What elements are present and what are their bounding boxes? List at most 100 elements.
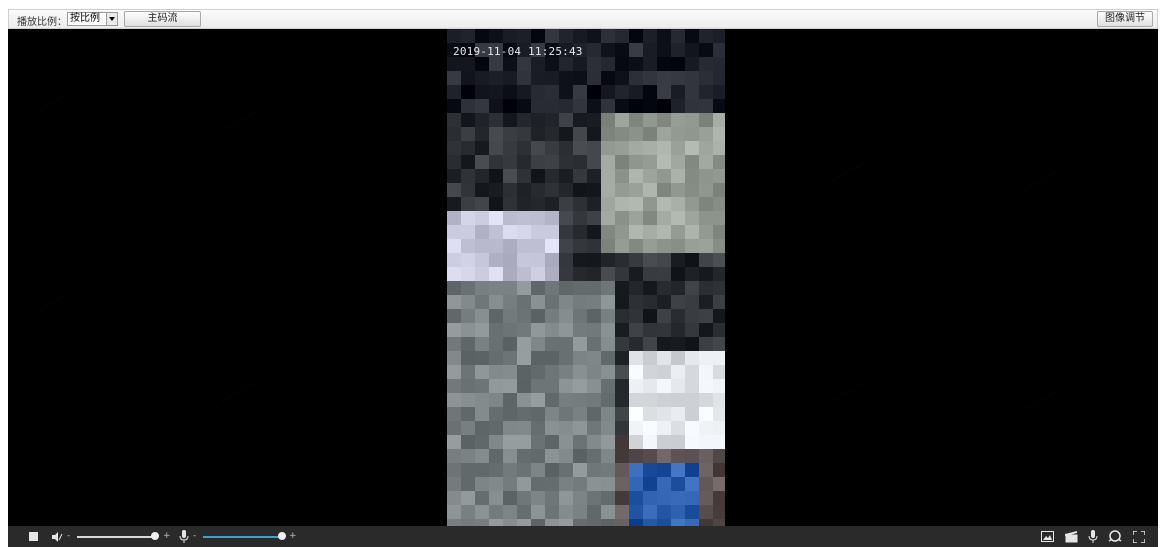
video-pixel [685, 155, 699, 169]
video-pixel [517, 85, 531, 99]
video-pixel [685, 239, 699, 253]
video-pixel [671, 99, 685, 113]
video-pixel [461, 197, 475, 211]
video-pixel [461, 29, 475, 43]
video-pixel [713, 477, 725, 491]
video-pixel [657, 477, 671, 491]
speaker-icon[interactable] [50, 526, 64, 547]
snapshot-icon[interactable] [1039, 526, 1055, 547]
video-pixel [671, 43, 685, 57]
video-pixel [685, 477, 699, 491]
video-pixel [573, 379, 587, 393]
video-pixel [713, 113, 725, 127]
video-pixel [531, 183, 545, 197]
video-pixel [685, 71, 699, 85]
chevron-down-icon[interactable] [106, 13, 117, 25]
video-pixel [447, 113, 461, 127]
talk-icon[interactable] [1085, 526, 1101, 547]
video-pixel [671, 57, 685, 71]
mic-plus-icon[interactable]: + [289, 531, 297, 541]
video-pixel [587, 211, 601, 225]
video-pixel [517, 239, 531, 253]
video-pixel [657, 183, 671, 197]
main-stream-button[interactable]: 主码流 [124, 11, 201, 27]
video-pixel [475, 295, 489, 309]
video-pixel [461, 141, 475, 155]
video-pixel [517, 253, 531, 267]
video-pixel [643, 393, 657, 407]
video-pixel [685, 463, 699, 477]
video-pixel [657, 449, 671, 463]
video-pixel [573, 113, 587, 127]
video-pixel [713, 225, 725, 239]
mic-slider-thumb[interactable] [278, 532, 286, 540]
video-pixel [531, 421, 545, 435]
video-pixel [531, 295, 545, 309]
video-viewport[interactable]: ················· ················· ····… [8, 29, 1158, 526]
video-pixel [447, 57, 461, 71]
video-pixel [461, 183, 475, 197]
video-pixel [573, 183, 587, 197]
video-pixel [671, 407, 685, 421]
video-pixel [601, 267, 615, 281]
video-pixel [629, 113, 643, 127]
video-pixel [587, 29, 601, 43]
video-pixel [531, 225, 545, 239]
video-pixel [517, 57, 531, 71]
video-pixel [559, 393, 573, 407]
video-pixel [587, 421, 601, 435]
video-pixel [587, 505, 601, 519]
video-pixel [517, 505, 531, 519]
video-pixel [685, 491, 699, 505]
video-pixel [503, 435, 517, 449]
video-pixel [559, 407, 573, 421]
video-pixel [699, 169, 713, 183]
video-pixel [657, 323, 671, 337]
video-pixel [615, 309, 629, 323]
video-pixel [447, 295, 461, 309]
record-icon[interactable] [1063, 526, 1079, 547]
mic-icon[interactable] [177, 526, 191, 547]
image-adjust-button[interactable]: 图像调节 [1097, 11, 1153, 27]
video-pixel [461, 463, 475, 477]
volume-slider-track[interactable] [77, 536, 155, 538]
volume-plus-icon[interactable]: + [163, 531, 171, 541]
volume-minus-icon[interactable]: - [67, 531, 70, 541]
video-pixel [489, 435, 503, 449]
video-pixel [531, 365, 545, 379]
video-pixel [643, 197, 657, 211]
video-pixel [559, 379, 573, 393]
video-pixel [671, 281, 685, 295]
video-pixel [657, 57, 671, 71]
video-pixel [545, 57, 559, 71]
video-pixel [629, 491, 643, 505]
video-pixel [545, 197, 559, 211]
video-pixel [489, 505, 503, 519]
play-ratio-select[interactable]: 按比例 [67, 12, 118, 26]
video-pixel [559, 477, 573, 491]
video-pixel [615, 99, 629, 113]
video-pixel [629, 323, 643, 337]
volume-slider-thumb[interactable] [151, 532, 159, 540]
video-pixel [629, 379, 643, 393]
video-pixel [503, 449, 517, 463]
video-pixel [475, 407, 489, 421]
video-pixel [573, 491, 587, 505]
video-pixel [447, 85, 461, 99]
video-pixel [461, 505, 475, 519]
stop-button[interactable] [26, 526, 40, 547]
video-pixel [503, 225, 517, 239]
video-pixel [615, 421, 629, 435]
zoom-icon[interactable] [1107, 526, 1123, 547]
video-pixel [685, 211, 699, 225]
video-pixel [643, 309, 657, 323]
mic-slider-track[interactable] [203, 536, 281, 538]
video-pixel [475, 211, 489, 225]
video-pixel [657, 85, 671, 99]
video-pixel [699, 435, 713, 449]
fullscreen-icon[interactable] [1131, 526, 1147, 547]
mic-minus-icon[interactable]: - [193, 531, 196, 541]
video-pixel [587, 113, 601, 127]
video-pixel [573, 127, 587, 141]
video-pixel [503, 351, 517, 365]
